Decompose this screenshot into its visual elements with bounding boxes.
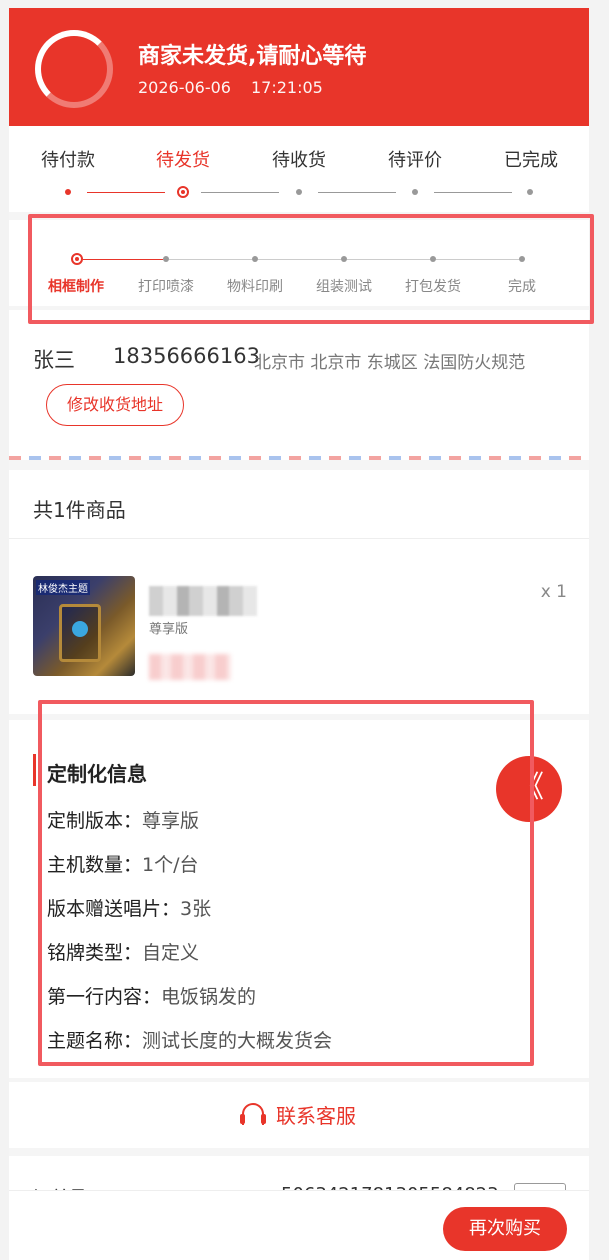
production-steps: 相框制作 打印喷漆 物料印刷 组装测试 打包发货 完成 (9, 220, 589, 306)
custom-row-theme: 主题名称：测试长度的大概发货会 (47, 1026, 332, 1053)
step-pending-payment: 待付款 (41, 150, 95, 171)
headset-icon (240, 1103, 266, 1125)
contact-service-content: 联系客服 (9, 1100, 589, 1129)
step-line (201, 192, 279, 193)
sub-step-print: 物料印刷 (227, 279, 283, 295)
airmail-divider (9, 456, 589, 460)
blurred-product-name (149, 586, 257, 616)
sub-step-dot-current (71, 253, 83, 265)
step-dot (412, 189, 418, 195)
product-quantity: x 1 (540, 582, 567, 602)
row-label: 版本赠送唱片： (47, 898, 181, 920)
custom-row-edition: 定制版本：尊享版 (47, 806, 199, 833)
step-pending-receipt: 待收货 (272, 150, 326, 171)
sub-step-line (258, 259, 341, 260)
goods-card: 共1件商品 林俊杰主题 尊享版 x 1 (9, 470, 589, 714)
row-label: 第一行内容： (47, 986, 162, 1008)
section-accent-bar (33, 754, 36, 786)
contact-service-button[interactable]: 联系客服 (9, 1082, 589, 1148)
row-value: 自定义 (142, 942, 200, 964)
row-value: 3张 (180, 898, 212, 920)
status-date: 2026-06-06 (138, 78, 231, 97)
custom-row-records: 版本赠送唱片：3张 (47, 894, 211, 921)
step-dot (65, 189, 71, 195)
status-time: 2026-06-06 17:21:05 (138, 78, 343, 97)
step-dot (296, 189, 302, 195)
step-dot-current (177, 186, 189, 198)
product-image-frame (59, 604, 101, 662)
recipient-address: 北京市 北京市 东城区 法国防火规范 (254, 353, 526, 373)
address-card: 张三 18356666163 北京市 北京市 东城区 法国防火规范 修改收货地址 (9, 310, 589, 456)
order-detail-page: 商家未发货,请耐心等待 2026-06-06 17:21:05 待付款 待发货 待… (9, 8, 589, 1260)
thumbnail-caption: 林俊杰主题 (36, 580, 90, 595)
loading-ring-icon (35, 30, 113, 108)
row-value: 电饭锅发的 (161, 986, 257, 1008)
custom-row-first-line: 第一行内容：电饭锅发的 (47, 982, 256, 1009)
divider (9, 538, 589, 539)
row-value: 测试长度的大概发货会 (142, 1030, 333, 1052)
step-line (434, 192, 512, 193)
step-pending-review: 待评价 (388, 150, 442, 171)
recipient-phone: 18356666163 (113, 344, 260, 368)
sub-step-line (83, 259, 163, 260)
step-completed: 已完成 (504, 150, 558, 171)
row-label: 主题名称： (47, 1030, 143, 1052)
rebuy-button[interactable]: 再次购买 (443, 1207, 567, 1251)
sub-step-line (347, 259, 430, 260)
sub-step-done: 完成 (508, 279, 536, 295)
sub-step-assemble: 组装测试 (316, 279, 372, 295)
bottom-action-bar: 再次购买 (9, 1190, 589, 1260)
step-dot (527, 189, 533, 195)
sub-step-paint: 打印喷漆 (138, 279, 194, 295)
sub-step-dot (519, 256, 525, 262)
edit-address-button[interactable]: 修改收货地址 (46, 384, 184, 426)
custom-info-title: 定制化信息 (47, 762, 147, 786)
custom-info-card: 定制化信息 定制版本：尊享版 主机数量：1个/台 版本赠送唱片：3张 铭牌类型：… (9, 720, 589, 1078)
contact-service-label: 联系客服 (276, 1104, 356, 1128)
row-label: 主机数量： (47, 854, 143, 876)
row-value: 1个/台 (142, 854, 199, 876)
blurred-product-price (149, 654, 231, 680)
sub-step-frame: 相框制作 (48, 279, 104, 295)
row-label: 定制版本： (47, 810, 143, 832)
product-edition: 尊享版 (149, 622, 189, 637)
step-line (318, 192, 396, 193)
status-header: 商家未发货,请耐心等待 2026-06-06 17:21:05 (9, 8, 589, 126)
recipient-name: 张三 (33, 348, 75, 372)
status-clock: 17:21:05 (250, 78, 323, 97)
sub-step-pack: 打包发货 (405, 279, 461, 295)
collapse-arrow-icon[interactable]: 《 (496, 756, 562, 822)
order-status-steps: 待付款 待发货 待收货 待评价 已完成 (9, 126, 589, 212)
row-value: 尊享版 (142, 810, 200, 832)
step-line (87, 192, 165, 193)
row-label: 铭牌类型： (47, 942, 143, 964)
custom-row-host-count: 主机数量：1个/台 (47, 850, 199, 877)
status-title: 商家未发货,请耐心等待 (138, 44, 367, 69)
custom-row-plate-type: 铭牌类型：自定义 (47, 938, 199, 965)
goods-count-title: 共1件商品 (33, 498, 126, 522)
sub-step-line (436, 259, 519, 260)
sub-step-line (169, 259, 252, 260)
product-thumbnail[interactable]: 林俊杰主题 (33, 576, 135, 676)
step-pending-shipment: 待发货 (156, 150, 210, 171)
